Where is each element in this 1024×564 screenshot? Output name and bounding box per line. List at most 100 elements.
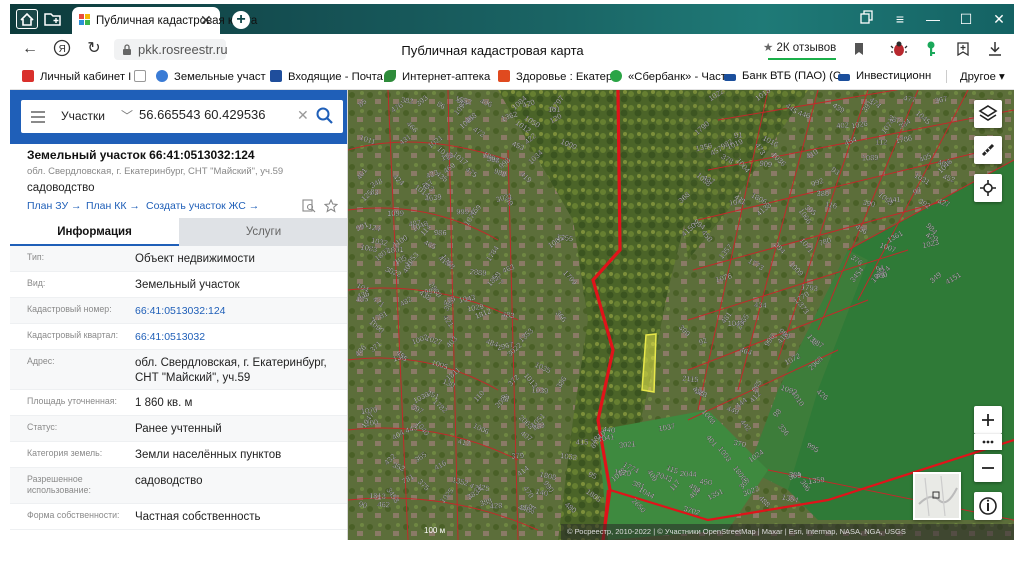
new-tab-button[interactable]: +: [232, 11, 250, 29]
row-value: Земельный участок: [135, 279, 240, 291]
map-scale: 100 м: [424, 526, 446, 535]
zoom-in-button[interactable]: [974, 406, 1002, 434]
clear-icon[interactable]: ✕: [297, 107, 309, 124]
parcel-number-label: 3021: [619, 439, 637, 450]
leaf-icon: [384, 70, 396, 82]
parcel-number-label: 440: [602, 425, 615, 435]
parcel-number-label: 434: [754, 300, 767, 309]
parcel-number-label: 380: [816, 189, 829, 198]
parcel-number-label: 467: [937, 158, 951, 169]
parcel-address: обл. Свердловская, г. Екатеринбург, СНТ …: [27, 166, 284, 177]
bookmark-label: Личный кабинет I: [40, 71, 132, 83]
info-row: Кадастровый квартал: 66:41:0513032: [10, 324, 347, 350]
overview-minimap[interactable]: [913, 472, 961, 520]
parcel-number-label: 986: [434, 228, 447, 237]
layers-button[interactable]: [974, 100, 1002, 128]
bookmark-label: «Сбербанк» - Част: [628, 71, 726, 83]
bookmark-item[interactable]: Входящие - Почта: [270, 70, 383, 83]
search-type-select[interactable]: Участки: [61, 109, 105, 123]
parcel-number-label: 428: [490, 501, 503, 511]
parcel-number-label: 909: [759, 159, 773, 169]
mail-ru-icon: [22, 70, 34, 82]
search-input[interactable]: [139, 107, 289, 122]
parcel-actions: [300, 198, 340, 214]
parcel-number-label: 441: [888, 195, 901, 205]
row-label: Форма собственности:: [27, 510, 120, 520]
cadastral-number-link[interactable]: 66:41:0513032:124: [135, 304, 340, 319]
info-button[interactable]: [974, 492, 1002, 520]
parcel-number-label: 1049: [728, 319, 745, 328]
row-label: Адрес:: [27, 356, 55, 366]
home-icon[interactable]: [16, 9, 38, 29]
bookmark-item[interactable]: Инвестиционн: [838, 70, 931, 82]
plan-kk-link[interactable]: План КК →: [86, 200, 140, 212]
create-parcel-link[interactable]: Создать участок ЖС →: [146, 200, 259, 212]
rosreestr-favicon-icon: [79, 14, 90, 25]
bookmark-icon[interactable]: [850, 40, 868, 58]
search-icon[interactable]: [315, 106, 335, 126]
document-icon: [134, 70, 146, 82]
row-label: Разрешенное использование:: [27, 474, 91, 495]
tab-services[interactable]: Услуги: [179, 218, 347, 246]
parcel-number-label: 415: [576, 438, 589, 447]
row-label: Тип:: [27, 252, 45, 262]
row-label: Кадастровый квартал:: [27, 330, 119, 340]
plus-icon: [982, 414, 994, 426]
divider: [946, 70, 947, 83]
bookmark-item[interactable]: Здоровье : Екатер: [498, 70, 612, 83]
crosshair-icon: [980, 180, 996, 196]
bookmark-item[interactable]: Личный кабинет I: [22, 70, 131, 83]
menu-icon[interactable]: ≡: [889, 9, 911, 29]
search-box: Участки ﹀ ✕: [21, 100, 343, 133]
info-circle-icon: [979, 497, 997, 515]
row-value: 1 860 кв. м: [135, 397, 193, 409]
tab-close-icon[interactable]: ✕: [200, 12, 212, 29]
bookmark-item[interactable]: Интернет-аптека: [384, 70, 490, 83]
cadastral-quarter-link[interactable]: 66:41:0513032: [135, 330, 340, 345]
tab-information[interactable]: Информация: [10, 218, 179, 246]
close-window-icon[interactable]: ✕: [988, 9, 1010, 29]
bookmarks-other-label: Другое: [960, 71, 996, 83]
zoom-more-button[interactable]: [974, 434, 1002, 450]
parcel-number-label: 101: [548, 105, 561, 114]
bookmark-label: Входящие - Почта: [288, 71, 383, 83]
window-switch-icon[interactable]: [856, 9, 878, 29]
hamburger-icon[interactable]: [31, 111, 45, 126]
bookmark-item[interactable]: Банк ВТБ (ПАО) (С: [724, 70, 841, 82]
chevron-down-icon[interactable]: ﹀: [121, 107, 133, 124]
bookmark-item[interactable]: «Сбербанк» - Част: [610, 70, 726, 83]
cadastral-map[interactable]: 4639 482 909 3453 2888 2889 4138 4151 4150 780 781…: [348, 90, 1014, 540]
info-row: Разрешенное использование: садоводство: [10, 468, 347, 504]
download-icon[interactable]: [986, 40, 1004, 58]
plan-zu-link[interactable]: План ЗУ →: [27, 200, 82, 212]
key-icon[interactable]: [922, 40, 940, 58]
bookmarks-other-menu[interactable]: Другое ▾: [960, 70, 1005, 83]
parcel-number-label: 402: [836, 121, 849, 131]
vtb-invest-icon: [838, 74, 850, 81]
row-label: Площадь уточненная:: [27, 396, 117, 406]
star-icon[interactable]: [324, 199, 338, 213]
vtb-icon: [724, 74, 736, 81]
bookmark-item[interactable]: [134, 70, 152, 83]
info-row: Статус: Ранее учтенный: [10, 416, 347, 442]
row-value: обл. Свердловская, г. Екатеринбург, СНТ …: [135, 357, 327, 384]
adblock-icon[interactable]: [890, 40, 908, 58]
new-folder-icon[interactable]: [42, 9, 64, 29]
zoom-out-button[interactable]: [974, 454, 1002, 482]
bookmark-label: Здоровье : Екатер: [516, 71, 613, 83]
collections-icon[interactable]: [954, 40, 972, 58]
parcel-number-label: 1099: [387, 209, 404, 218]
browser-tab[interactable]: Публичная кадастровая карта ✕: [72, 7, 257, 34]
search-doc-icon[interactable]: [302, 199, 316, 213]
reviews-badge[interactable]: ★ 2К отзывов: [763, 40, 836, 54]
parcel-title: Земельный участок 66:41:0513032:124: [27, 148, 255, 162]
reviews-rating-bar: [768, 58, 836, 60]
health-icon: [498, 70, 510, 82]
ellipsis-icon: [982, 440, 994, 444]
locate-button[interactable]: [974, 174, 1002, 202]
bookmark-item[interactable]: Земельные участ: [156, 70, 266, 83]
info-row: Кадастровый номер: 66:41:0513032:124: [10, 298, 347, 324]
minimize-icon[interactable]: —: [922, 9, 944, 29]
measure-button[interactable]: [974, 136, 1002, 164]
maximize-icon[interactable]: ☐: [955, 9, 977, 29]
